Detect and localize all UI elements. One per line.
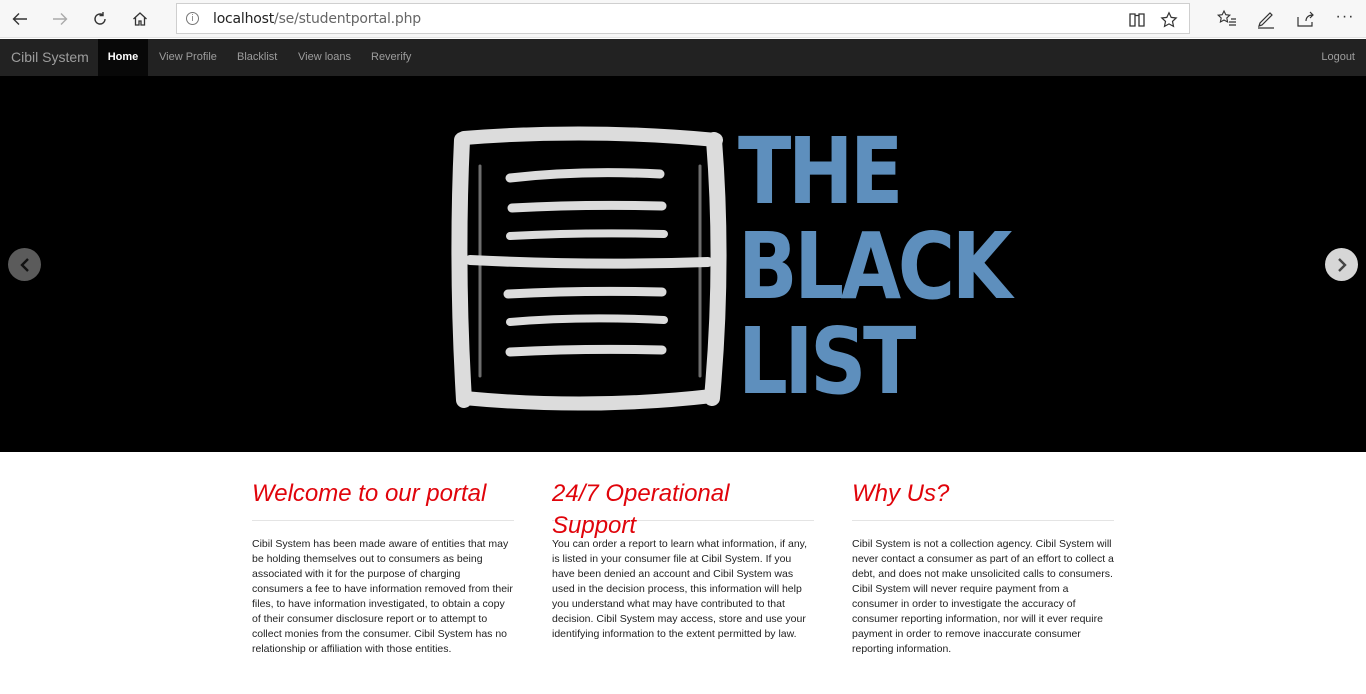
carousel-prev-button[interactable] [8,248,41,281]
column-text: You can order a report to learn what inf… [552,538,808,640]
divider [252,520,514,521]
nav-reverify[interactable]: Reverify [371,39,411,76]
share-icon[interactable] [1295,8,1317,30]
divider [852,520,1114,521]
site-info-icon[interactable]: i [186,12,199,25]
hero-carousel: THE BLACK LIST [0,76,1366,452]
column-heading: Welcome to our portal [252,480,487,507]
url-text[interactable]: localhost/se/studentportal.php [213,11,421,27]
browser-toolbar: i localhost/se/studentportal.php ··· [0,0,1366,38]
slide-text-the: THE [738,118,903,225]
nav-blacklist[interactable]: Blacklist [237,39,277,76]
nav-view-profile[interactable]: View Profile [159,39,217,76]
forward-arrow-icon[interactable] [45,4,75,34]
address-bar[interactable]: i localhost/se/studentportal.php [176,3,1190,34]
web-note-pen-icon[interactable] [1255,8,1277,30]
chevron-left-icon [19,257,29,272]
blacklist-logo-image [451,126,727,411]
back-arrow-icon[interactable] [5,4,35,34]
brand-link[interactable]: Cibil System [11,49,89,65]
chevron-right-icon [1337,257,1347,272]
reading-view-icon[interactable] [1128,11,1146,29]
column-text: Cibil System is not a collection agency.… [852,538,1114,655]
column-why-us: Why Us? Cibil System is not a collection… [852,478,1114,657]
site-navbar: Cibil System Home View Profile Blacklist… [0,39,1366,76]
column-welcome: Welcome to our portal Cibil System has b… [252,478,514,657]
favorite-star-icon[interactable] [1160,11,1178,29]
refresh-icon[interactable] [85,4,115,34]
more-options-icon[interactable]: ··· [1334,8,1356,30]
nav-home[interactable]: Home [98,39,148,76]
slide-text-list: LIST [738,308,916,415]
logout-link[interactable]: Logout [1321,39,1355,76]
column-text: Cibil System has been made aware of enti… [252,538,513,655]
url-host: localhost [213,11,275,27]
favorites-hub-icon[interactable] [1216,8,1238,30]
home-icon[interactable] [125,4,155,34]
url-path: /se/studentportal.php [274,11,421,27]
column-support: 24/7 Operational Support You can order a… [552,478,814,642]
column-heading: 24/7 Operational Support [552,480,730,539]
carousel-next-button[interactable] [1325,248,1358,281]
nav-view-loans[interactable]: View loans [298,39,351,76]
slide-text-black: BLACK [738,213,1012,320]
column-heading: Why Us? [852,480,950,507]
